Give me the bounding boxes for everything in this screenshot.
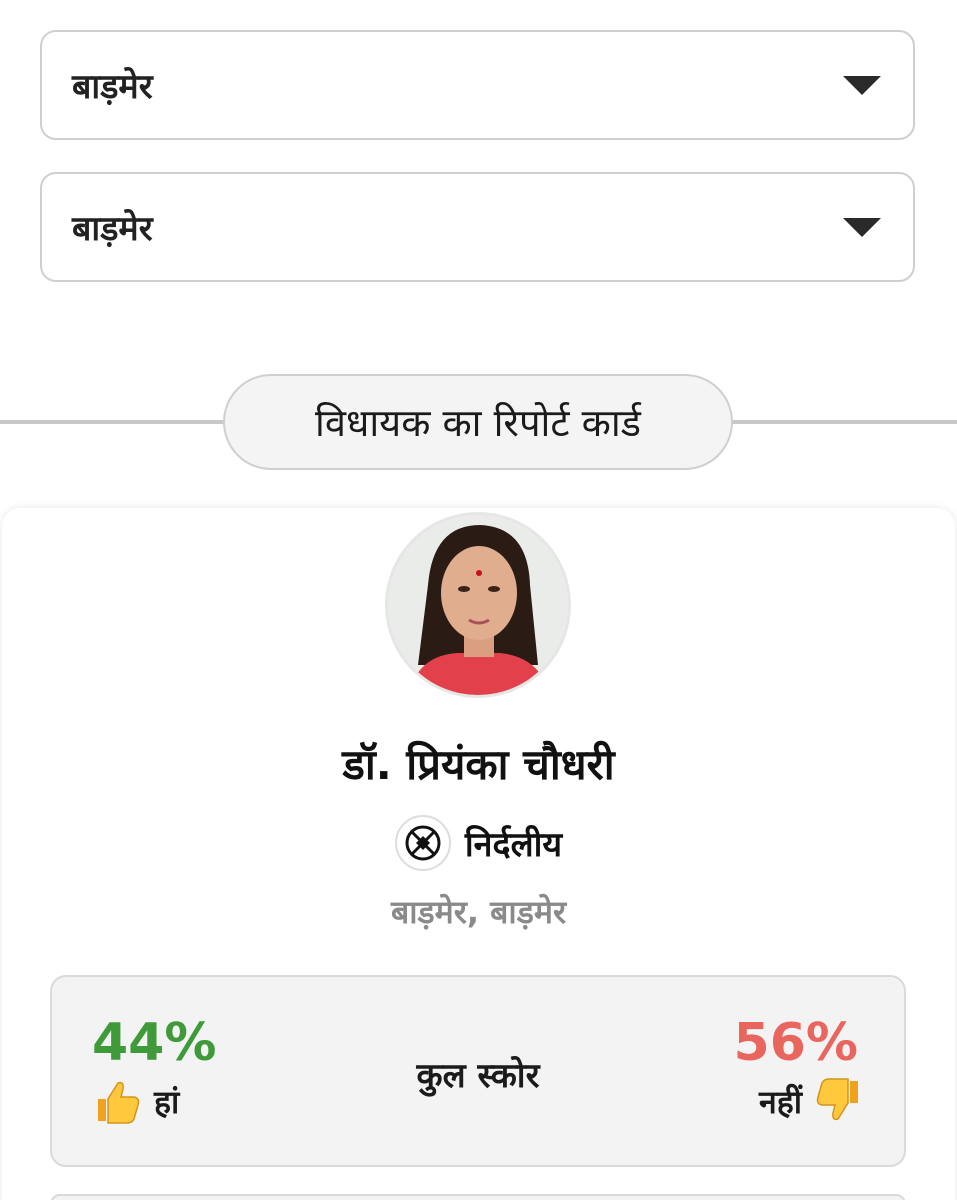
mla-name: डॉ. प्रियंका चौधरी — [342, 740, 615, 789]
party-row: निर्दलीय — [0, 815, 957, 871]
mla-avatar — [385, 512, 571, 698]
mla-location: बाड़मेर, बाड़मेर — [390, 893, 567, 931]
independent-symbol-icon — [394, 815, 451, 871]
thumbs-down-icon — [816, 1078, 858, 1121]
chevron-down-icon[interactable] — [843, 75, 881, 95]
district-select-value: बाड़मेर — [72, 67, 153, 107]
district-select[interactable]: बाड़मेर — [40, 30, 915, 140]
section-title: विधायक का रिपोर्ट कार्ड — [223, 374, 733, 470]
constituency-select-value: बाड़मेर — [72, 209, 153, 249]
chevron-down-icon[interactable] — [843, 217, 881, 237]
no-vote-row[interactable]: नहीं — [759, 1075, 864, 1127]
no-label: नहीं — [758, 1082, 802, 1121]
party-name: निर्दलीय — [464, 825, 563, 865]
next-card — [50, 1194, 906, 1200]
score-panel: 44% हां कुल स्कोर 56% नहीं — [50, 975, 906, 1167]
constituency-select[interactable]: बाड़मेर — [40, 172, 915, 282]
no-percent: 56% — [733, 1013, 858, 1073]
page: बाड़मेर बाड़मेर विधायक का रिपोर्ट कार्ड — [0, 0, 957, 1200]
